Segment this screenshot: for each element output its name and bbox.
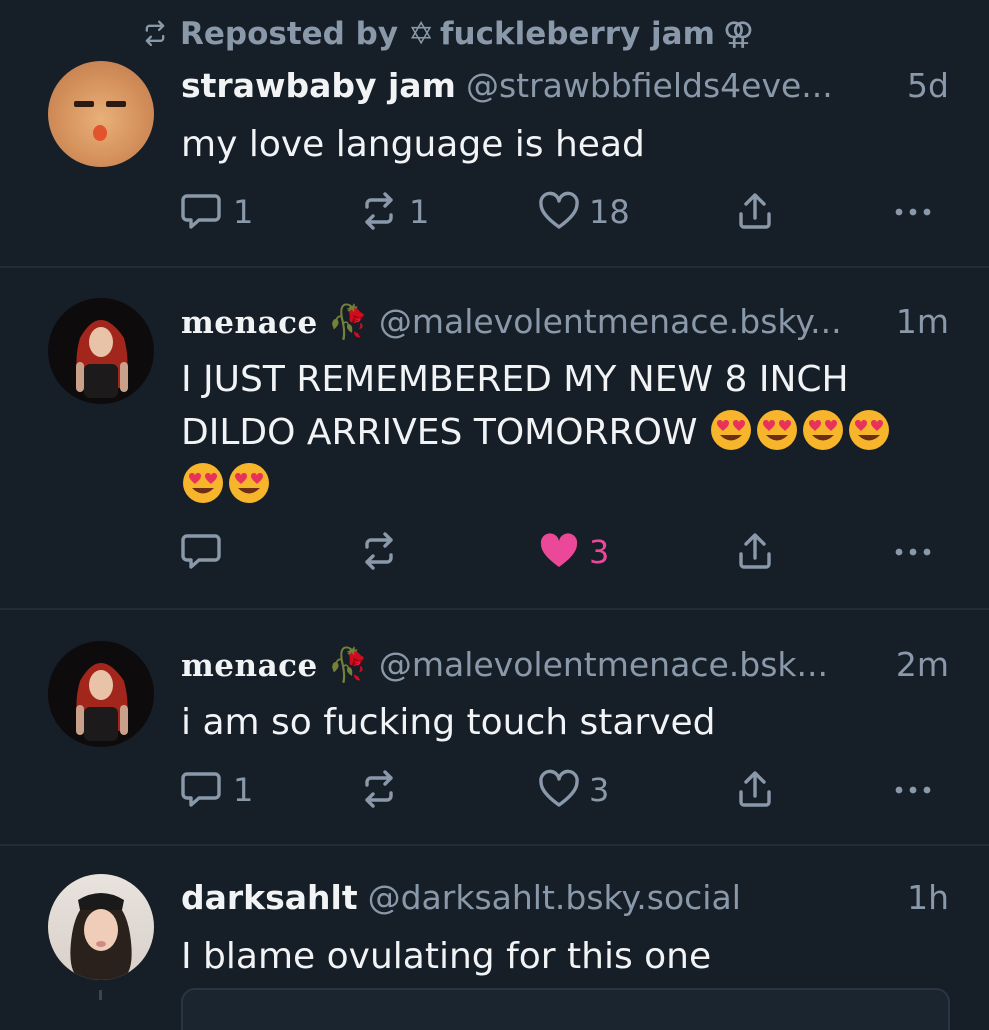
more-icon [895, 548, 931, 556]
thread-line [99, 990, 102, 1000]
author-name[interactable]: strawbaby jam [181, 66, 456, 105]
share-button[interactable] [733, 530, 777, 574]
reply-icon [181, 534, 221, 569]
author-handle[interactable]: @malevolentmenace.bsk... [379, 645, 828, 684]
reply-icon [181, 772, 221, 807]
post-text: I blame ovulating for this one [181, 936, 712, 977]
heart-icon [539, 769, 579, 807]
author-handle[interactable]: @darksahlt.bsky.social [368, 878, 741, 917]
heart-filled-icon [540, 533, 578, 567]
reply-icon [181, 194, 221, 229]
like-count: 3 [589, 771, 610, 809]
reply-count: 1 [233, 771, 254, 809]
share-button[interactable] [733, 768, 777, 812]
repost-button[interactable]: 1 [357, 190, 429, 234]
post-text-line: DILDO ARRIVES TOMORROW [181, 412, 698, 453]
author-handle[interactable]: @strawbbfields4eve... [466, 66, 833, 105]
more-icon [895, 208, 931, 216]
post-time[interactable]: 2m [889, 643, 949, 687]
post-strawbaby[interactable]: strawbaby jam @strawbbfields4eve... 5d my… [0, 0, 989, 268]
reply-button[interactable]: 1 [181, 190, 253, 234]
post-menace-2[interactable]: menace 🥀 @malevolentmenace.bsk... 2m i am … [0, 610, 989, 846]
rose-icon: 🥀 [327, 302, 369, 341]
reply-count: 1 [233, 193, 254, 231]
repost-button[interactable] [357, 768, 409, 812]
share-icon [739, 771, 771, 807]
post-time[interactable]: 1h [901, 876, 949, 920]
author-handle[interactable]: @malevolentmenace.bsky... [379, 302, 842, 341]
heart-eyes-emoji [802, 410, 843, 450]
post-menace-1[interactable]: menace 🥀 @malevolentmenace.bsky... 1m I JU… [0, 268, 989, 610]
post-text: I JUST REMEMBERED MY NEW 8 INCH DILDO AR… [181, 353, 939, 512]
heart-eyes-emoji [183, 463, 223, 503]
post-text: my love language is head [181, 124, 645, 165]
repost-button[interactable] [357, 530, 409, 574]
rose-icon: 🥀 [327, 645, 369, 684]
emoji-line [181, 459, 939, 512]
heart-eyes-emoji [710, 410, 751, 450]
post-time[interactable]: 1m [889, 300, 949, 344]
post-text-line: I JUST REMEMBERED MY NEW 8 INCH [181, 359, 849, 400]
more-options-button[interactable] [891, 768, 935, 812]
author-name[interactable]: darksahlt [181, 878, 358, 917]
repost-icon [365, 532, 393, 570]
like-button[interactable]: 18 [537, 190, 630, 234]
more-options-button[interactable] [891, 190, 935, 234]
avatar-face-image [74, 101, 126, 141]
repost-icon [365, 770, 393, 808]
post-time[interactable]: 5d [901, 64, 949, 108]
like-button[interactable]: 3 [537, 530, 609, 574]
like-button[interactable]: 3 [537, 768, 609, 812]
like-count: 3 [589, 533, 610, 571]
heart-icon [539, 191, 579, 229]
avatar[interactable] [48, 298, 154, 404]
author-name[interactable]: menace [181, 305, 318, 341]
avatar-portrait-image [76, 663, 128, 741]
post-text-line-with-emoji: DILDO ARRIVES TOMORROW [181, 406, 939, 459]
more-icon [895, 786, 931, 794]
repost-icon [365, 192, 393, 230]
avatar-portrait-image [76, 320, 128, 398]
share-button[interactable] [733, 190, 777, 234]
repost-count: 1 [409, 193, 430, 231]
avatar[interactable] [48, 641, 154, 747]
heart-eyes-emoji [848, 410, 889, 450]
author-name[interactable]: menace [181, 648, 318, 684]
heart-eyes-emoji [229, 463, 269, 503]
embedded-media-preview[interactable] [181, 988, 950, 1030]
post-text: i am so fucking touch starved [181, 702, 716, 743]
reply-button[interactable] [181, 530, 233, 574]
avatar[interactable] [48, 874, 154, 980]
more-options-button[interactable] [891, 530, 935, 574]
like-count: 18 [589, 193, 630, 231]
share-icon [739, 533, 771, 569]
reply-button[interactable]: 1 [181, 768, 253, 812]
share-icon [739, 193, 771, 229]
avatar-portrait-image [70, 893, 132, 980]
avatar[interactable] [48, 61, 154, 167]
heart-eyes-emoji [756, 410, 797, 450]
post-darksahlt[interactable]: darksahlt @darksahlt.bsky.social 1h I bla… [0, 846, 989, 1000]
